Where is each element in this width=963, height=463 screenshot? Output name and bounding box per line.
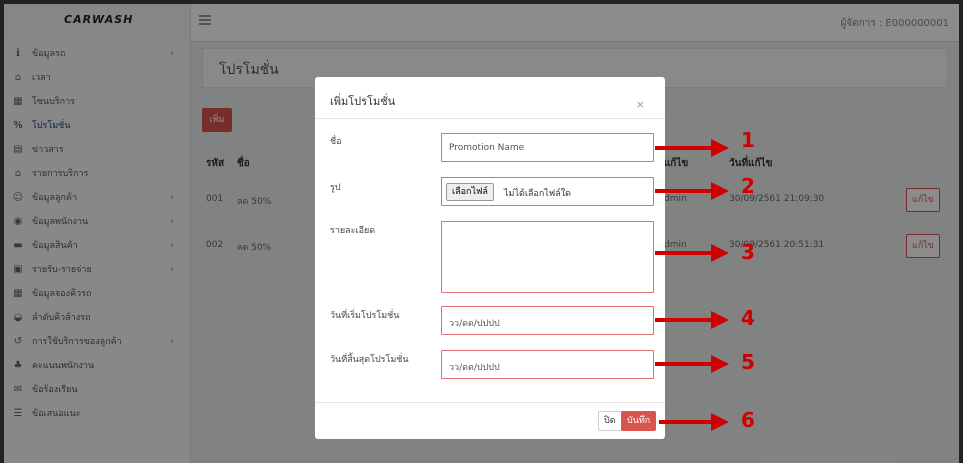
annotation-number: 5	[741, 350, 755, 374]
annotation-arrow-line	[655, 146, 713, 150]
end-date-input[interactable]: วว/ดด/ปปปป	[441, 350, 654, 379]
annotation-arrow-line	[655, 189, 713, 193]
arrow-head-icon	[711, 244, 729, 262]
annotation-arrow-line	[655, 362, 713, 366]
modal-header: เพิ่มโปรโมชั่น ×	[315, 77, 665, 119]
name-placeholder: Promotion Name	[449, 143, 525, 153]
detail-textarea[interactable]	[441, 221, 654, 293]
annotation-number: 3	[741, 240, 755, 264]
file-status: ไม่ได้เลือกไฟล์ใด	[504, 189, 571, 199]
app-window: CARWASH ผู้จัดการ : E000000001 ℹ ข้อมูลรถ…	[4, 4, 959, 463]
annotation-number: 1	[741, 128, 755, 152]
annotation-arrow-line	[655, 318, 713, 322]
choose-file-button[interactable]: เลือกไฟล์	[446, 183, 494, 201]
detail-label: รายละเอียด	[330, 226, 376, 236]
close-icon[interactable]: ×	[636, 98, 645, 111]
annotation-number: 4	[741, 306, 755, 330]
arrow-head-icon	[711, 182, 729, 200]
end-date-label: วันที่สิ้นสุดโปรโมชั่น	[330, 355, 409, 365]
annotation-number: 6	[741, 408, 755, 432]
image-file-input[interactable]: เลือกไฟล์ ไม่ได้เลือกไฟล์ใด	[441, 177, 654, 206]
start-date-input[interactable]: วว/ดด/ปปปป	[441, 306, 654, 335]
arrow-head-icon	[711, 355, 729, 373]
arrow-head-icon	[711, 311, 729, 329]
start-date-placeholder: วว/ดด/ปปปป	[449, 319, 500, 329]
arrow-head-icon	[711, 413, 729, 431]
modal-footer	[315, 402, 665, 403]
annotation-arrow-line	[655, 251, 713, 255]
start-date-label: วันที่เริ่มโปรโมชั่น	[330, 311, 400, 321]
close-button[interactable]: ปิด	[598, 411, 622, 431]
arrow-head-icon	[711, 139, 729, 157]
annotation-number: 2	[741, 174, 755, 198]
annotation-arrow-line	[659, 420, 713, 424]
image-label: รูป	[330, 183, 341, 193]
name-label: ชื่อ	[330, 137, 342, 147]
modal-title: เพิ่มโปรโมชั่น	[330, 95, 396, 108]
promotion-name-input[interactable]: Promotion Name	[441, 133, 654, 162]
end-date-placeholder: วว/ดด/ปปปป	[449, 363, 500, 373]
save-button[interactable]: บันทึก	[621, 411, 657, 431]
add-promotion-modal: เพิ่มโปรโมชั่น × ชื่อ Promotion Name รูป…	[315, 77, 665, 439]
